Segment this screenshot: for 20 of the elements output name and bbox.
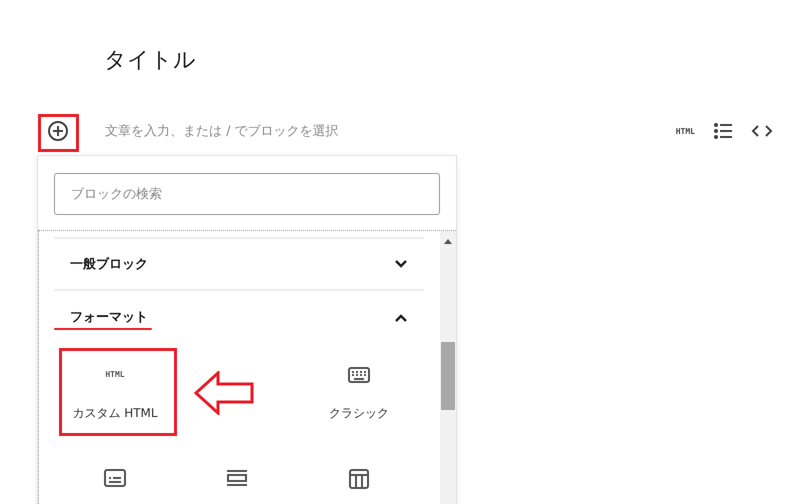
card-icon — [104, 469, 126, 487]
post-title[interactable]: タイトル — [104, 45, 196, 75]
block-item[interactable]: HTML カスタム HTML — [54, 343, 176, 445]
scroll-up-icon — [444, 239, 452, 244]
highlight-frame — [38, 114, 79, 152]
html-button[interactable]: HTML — [674, 124, 697, 138]
table-icon — [349, 469, 369, 489]
scrollbar[interactable] — [440, 231, 456, 504]
layout-icon — [226, 469, 248, 487]
html-icon: HTML — [105, 367, 125, 383]
search-field[interactable]: ブロックの検索 — [54, 173, 440, 215]
scrollbar-thumb[interactable] — [441, 342, 455, 410]
keyboard-icon — [348, 367, 370, 383]
category-toggle[interactable]: フォーマット — [54, 291, 424, 343]
add-block-button[interactable] — [45, 118, 71, 144]
list-button[interactable] — [711, 120, 735, 142]
block-item[interactable]: クラシック — [298, 343, 420, 445]
list-icon — [713, 122, 733, 140]
left-arrow-drawing — [194, 371, 254, 415]
code-icon — [751, 124, 773, 138]
